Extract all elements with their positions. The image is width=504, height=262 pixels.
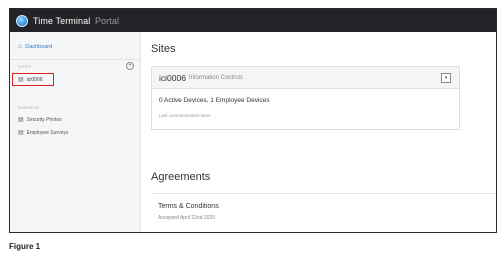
agreement-item[interactable]: Terms & Conditions Accepted April 22nd 2… [151, 193, 496, 232]
sidebar-item-dashboard[interactable]: ⌂ Dashboard [18, 43, 52, 50]
sidebar-item-site[interactable]: ▤ ici0006 [12, 73, 54, 86]
agreement-title: Terms & Conditions [158, 203, 219, 210]
sidebar-divider [10, 59, 140, 60]
site-name[interactable]: ici0006 [159, 73, 186, 83]
brand-suffix: Portal [94, 15, 120, 26]
sidebar-item-employee-surveys[interactable]: ▤ Employee Surveys [18, 129, 69, 137]
sidebar-item-label: Security Photos [26, 116, 62, 123]
main-content: Sites ici0006 Information Controls ▾ 0 A… [142, 32, 496, 232]
document-icon: ▤ [18, 130, 24, 136]
site-subtitle: Information Controls [188, 74, 243, 81]
globe-logo-icon [16, 14, 28, 27]
sidebar-item-security-photos[interactable]: ▤ Security Photos [18, 116, 62, 124]
document-icon: ▤ [18, 117, 24, 123]
home-icon: ⌂ [18, 43, 23, 50]
document-icon: ▤ [18, 77, 24, 83]
agreements-heading: Agreements [151, 171, 211, 183]
page-title: Sites [151, 43, 176, 55]
devices-summary: 0 Active Devices, 1 Employee Devices [159, 97, 270, 104]
brand-title[interactable]: Time Terminal Portal [33, 16, 119, 26]
sidebar-item-label: ici0006 [26, 76, 43, 83]
app-window: Time Terminal Portal ⌂ Dashboard SITES +… [9, 8, 497, 233]
sidebar: ⌂ Dashboard SITES + ▤ ici0006 SURVEYS ▤ … [10, 32, 141, 232]
brand-name: Time Terminal [33, 15, 91, 26]
top-bar: Time Terminal Portal [10, 9, 496, 32]
agreement-accepted-date: Accepted April 22nd 2020 [158, 215, 215, 221]
site-card: ici0006 Information Controls ▾ 0 Active … [151, 66, 460, 130]
figure-caption: Figure 1 [9, 242, 41, 251]
last-communicated: Last communicated never [159, 113, 211, 118]
sidebar-item-label: Employee Surveys [26, 129, 69, 136]
sites-section-label: SITES [18, 64, 32, 69]
surveys-section-label: SURVEYS [18, 105, 40, 110]
plus-circle-icon[interactable]: + [126, 62, 134, 70]
sidebar-item-label: Dashboard [25, 43, 53, 50]
chevron-down-icon[interactable]: ▾ [441, 73, 451, 83]
site-card-header: ici0006 Information Controls ▾ [152, 67, 459, 89]
